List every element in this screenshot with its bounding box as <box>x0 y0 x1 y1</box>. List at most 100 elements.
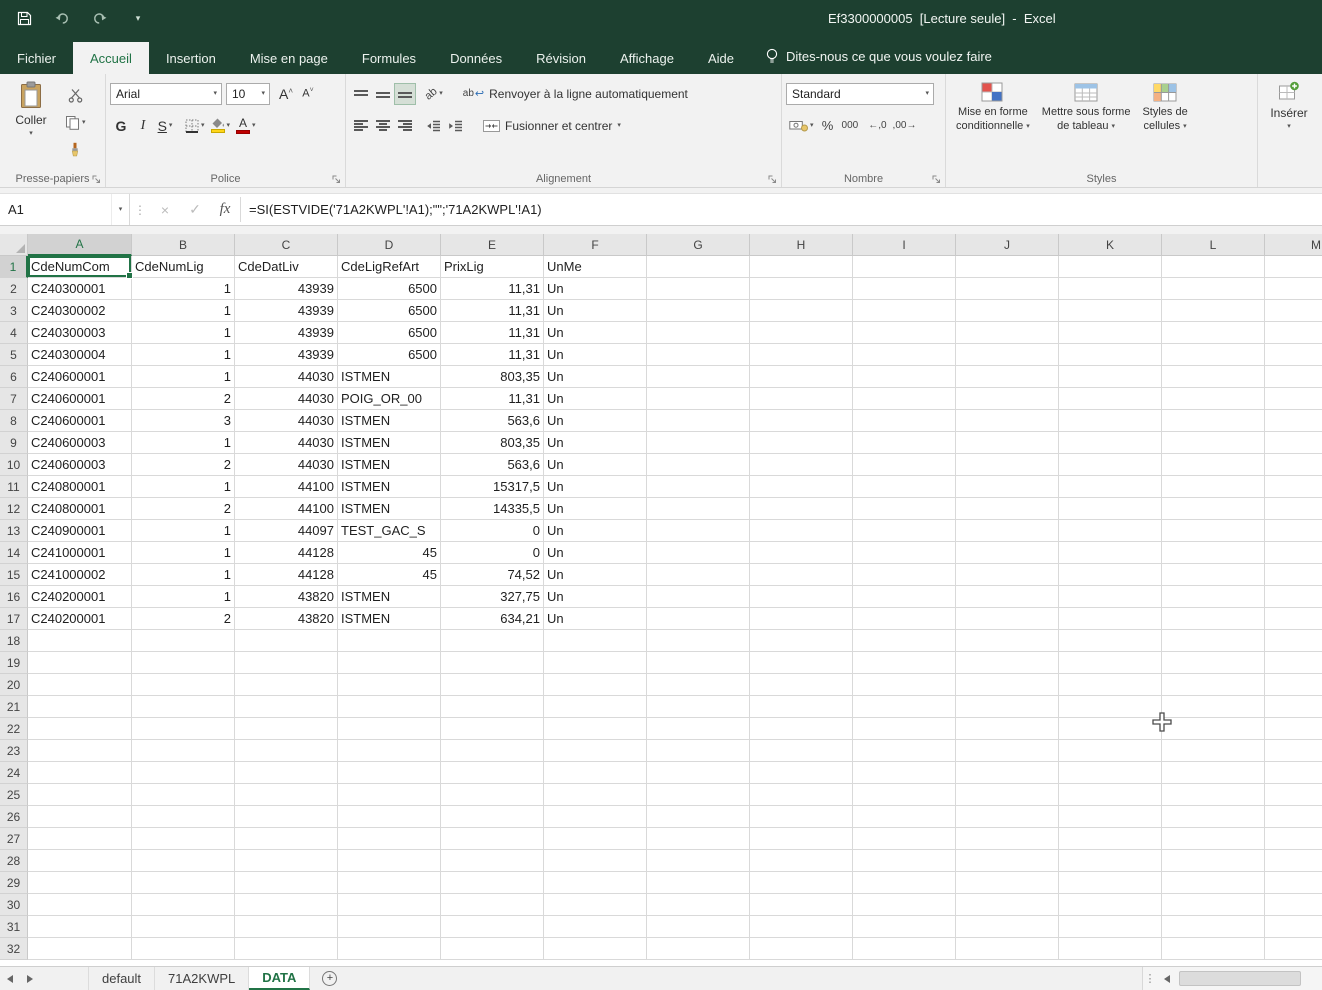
cell-D22[interactable] <box>338 718 441 740</box>
cell-C20[interactable] <box>235 674 338 696</box>
cell-B16[interactable]: 1 <box>132 586 235 608</box>
cell-A4[interactable]: C240300003 <box>28 322 132 344</box>
cell-J23[interactable] <box>956 740 1059 762</box>
sheet-tab-data[interactable]: DATA <box>249 967 310 990</box>
conditional-formatting-button[interactable]: Mise en forme conditionnelle▾ <box>950 78 1036 133</box>
cell-H2[interactable] <box>750 278 853 300</box>
cell-M1[interactable] <box>1265 256 1322 278</box>
cell-L21[interactable] <box>1162 696 1265 718</box>
cell-I16[interactable] <box>853 586 956 608</box>
row-header-32[interactable]: 32 <box>0 938 28 960</box>
row-header-12[interactable]: 12 <box>0 498 28 520</box>
font-size-combo[interactable]: 10 ▾ <box>226 83 270 105</box>
cell-L26[interactable] <box>1162 806 1265 828</box>
formula-input[interactable]: =SI(ESTVIDE('71A2KWPL'!A1);"";'71A2KWPL'… <box>241 194 1322 225</box>
cell-K9[interactable] <box>1059 432 1162 454</box>
scrollbar-thumb[interactable] <box>1179 971 1301 986</box>
cell-M27[interactable] <box>1265 828 1322 850</box>
cut-button[interactable] <box>62 84 89 106</box>
column-header-L[interactable]: L <box>1162 234 1265 256</box>
cell-K2[interactable] <box>1059 278 1162 300</box>
cell-M4[interactable] <box>1265 322 1322 344</box>
decrease-indent-button[interactable] <box>422 115 444 137</box>
cell-D31[interactable] <box>338 916 441 938</box>
select-all-button[interactable] <box>0 234 28 256</box>
cell-M16[interactable] <box>1265 586 1322 608</box>
ribbon-tab-r-vision[interactable]: Révision <box>519 42 603 74</box>
cell-J8[interactable] <box>956 410 1059 432</box>
cell-K27[interactable] <box>1059 828 1162 850</box>
ribbon-tab-insertion[interactable]: Insertion <box>149 42 233 74</box>
cell-G15[interactable] <box>647 564 750 586</box>
cell-D26[interactable] <box>338 806 441 828</box>
number-format-combo[interactable]: Standard ▾ <box>786 83 934 105</box>
cell-E18[interactable] <box>441 630 544 652</box>
cell-K23[interactable] <box>1059 740 1162 762</box>
row-header-8[interactable]: 8 <box>0 410 28 432</box>
cell-I28[interactable] <box>853 850 956 872</box>
cell-G16[interactable] <box>647 586 750 608</box>
cell-M29[interactable] <box>1265 872 1322 894</box>
cell-E20[interactable] <box>441 674 544 696</box>
row-header-29[interactable]: 29 <box>0 872 28 894</box>
cell-F4[interactable]: Un <box>544 322 647 344</box>
cell-E2[interactable]: 11,31 <box>441 278 544 300</box>
cell-A7[interactable]: C240600001 <box>28 388 132 410</box>
cell-H10[interactable] <box>750 454 853 476</box>
cell-M3[interactable] <box>1265 300 1322 322</box>
cell-E4[interactable]: 11,31 <box>441 322 544 344</box>
cell-M21[interactable] <box>1265 696 1322 718</box>
cell-M18[interactable] <box>1265 630 1322 652</box>
cell-D2[interactable]: 6500 <box>338 278 441 300</box>
cell-H5[interactable] <box>750 344 853 366</box>
cell-E27[interactable] <box>441 828 544 850</box>
cell-G6[interactable] <box>647 366 750 388</box>
column-header-F[interactable]: F <box>544 234 647 256</box>
cell-J17[interactable] <box>956 608 1059 630</box>
cell-D14[interactable]: 45 <box>338 542 441 564</box>
cell-J29[interactable] <box>956 872 1059 894</box>
ribbon-tab-mise-en-page[interactable]: Mise en page <box>233 42 345 74</box>
cell-F18[interactable] <box>544 630 647 652</box>
cell-A16[interactable]: C240200001 <box>28 586 132 608</box>
cell-F2[interactable]: Un <box>544 278 647 300</box>
ribbon-tab-aide[interactable]: Aide <box>691 42 751 74</box>
column-header-I[interactable]: I <box>853 234 956 256</box>
cell-B22[interactable] <box>132 718 235 740</box>
cell-A15[interactable]: C241000002 <box>28 564 132 586</box>
row-header-15[interactable]: 15 <box>0 564 28 586</box>
cell-J22[interactable] <box>956 718 1059 740</box>
increase-indent-button[interactable] <box>444 115 466 137</box>
cell-K25[interactable] <box>1059 784 1162 806</box>
cell-J26[interactable] <box>956 806 1059 828</box>
cell-D28[interactable] <box>338 850 441 872</box>
cell-F31[interactable] <box>544 916 647 938</box>
cell-J7[interactable] <box>956 388 1059 410</box>
cell-H17[interactable] <box>750 608 853 630</box>
row-header-28[interactable]: 28 <box>0 850 28 872</box>
cell-K15[interactable] <box>1059 564 1162 586</box>
cell-E5[interactable]: 11,31 <box>441 344 544 366</box>
cell-B20[interactable] <box>132 674 235 696</box>
cell-L27[interactable] <box>1162 828 1265 850</box>
cell-M19[interactable] <box>1265 652 1322 674</box>
cell-A8[interactable]: C240600001 <box>28 410 132 432</box>
ribbon-tab-formules[interactable]: Formules <box>345 42 433 74</box>
cell-M28[interactable] <box>1265 850 1322 872</box>
cell-E7[interactable]: 11,31 <box>441 388 544 410</box>
alignment-dialog-launcher[interactable] <box>767 174 778 185</box>
cell-F17[interactable]: Un <box>544 608 647 630</box>
row-header-13[interactable]: 13 <box>0 520 28 542</box>
insert-function-button[interactable]: fx <box>210 194 240 225</box>
cell-J5[interactable] <box>956 344 1059 366</box>
cell-C25[interactable] <box>235 784 338 806</box>
cell-C6[interactable]: 44030 <box>235 366 338 388</box>
column-header-A[interactable]: A <box>28 234 132 256</box>
cell-A21[interactable] <box>28 696 132 718</box>
cell-J20[interactable] <box>956 674 1059 696</box>
redo-button[interactable] <box>90 7 110 29</box>
cell-D10[interactable]: ISTMEN <box>338 454 441 476</box>
cell-A30[interactable] <box>28 894 132 916</box>
cell-H1[interactable] <box>750 256 853 278</box>
cell-B15[interactable]: 1 <box>132 564 235 586</box>
